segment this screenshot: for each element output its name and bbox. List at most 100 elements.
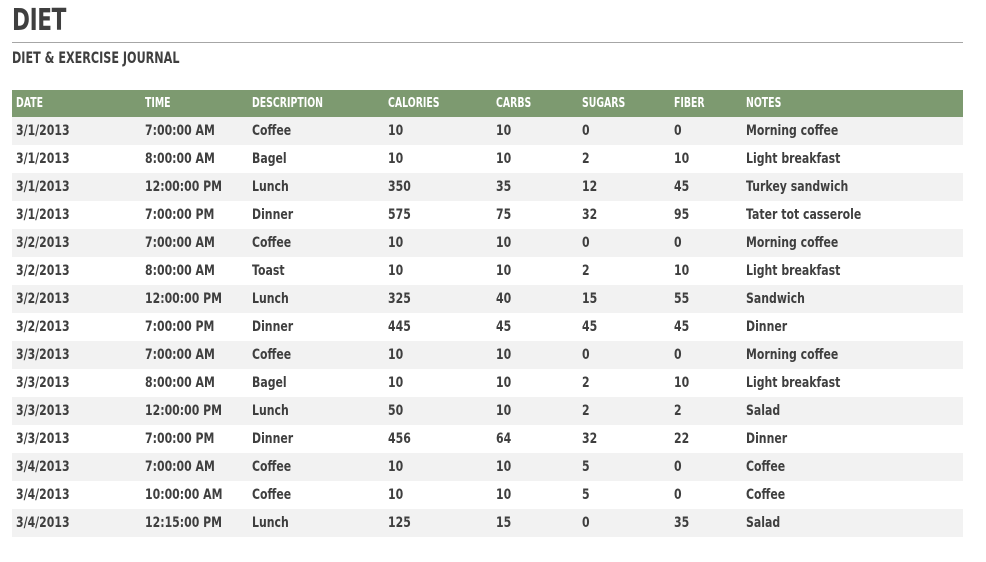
table-header-row: DATE TIME DESCRIPTION CALORIES CARBS SUG… (12, 90, 963, 117)
cell-description-text: Toast (252, 263, 285, 279)
cell-sugars: 2 (582, 257, 674, 285)
cell-fiber: 35 (674, 509, 746, 537)
cell-carbs-text: 10 (496, 459, 512, 475)
table-row[interactable]: 3/1/2013 7:00:00 PM Dinner 575 75 32 95 Tater t… (12, 201, 963, 229)
cell-description-text: Coffee (252, 487, 292, 503)
cell-date-text: 3/2/2013 (16, 235, 70, 251)
cell-calories: 10 (388, 453, 496, 481)
cell-description-text: Bagel (252, 151, 287, 167)
cell-calories: 10 (388, 117, 496, 145)
table-row[interactable]: 3/2/2013 7:00:00 PM Dinner 445 45 45 45 Dinner (12, 313, 963, 341)
cell-carbs: 75 (496, 201, 582, 229)
column-header-time[interactable]: TIME (145, 90, 252, 117)
cell-date-text: 3/3/2013 (16, 347, 70, 363)
cell-calories-text: 325 (388, 291, 411, 307)
cell-date-text: 3/3/2013 (16, 375, 70, 391)
cell-description-text: Coffee (252, 347, 292, 363)
cell-fiber: 45 (674, 173, 746, 201)
column-header-fiber[interactable]: FIBER (674, 90, 746, 117)
table-row[interactable]: 3/3/2013 12:00:00 PM Lunch 50 10 2 2 Salad (12, 397, 963, 425)
table-row[interactable]: 3/3/2013 7:00:00 PM Dinner 456 64 32 22 Dinner (12, 425, 963, 453)
cell-calories-text: 10 (388, 459, 404, 475)
cell-sugars-text: 0 (582, 347, 590, 363)
cell-sugars: 0 (582, 509, 674, 537)
cell-carbs-text: 10 (496, 487, 512, 503)
table-row[interactable]: 3/3/2013 8:00:00 AM Bagel 10 10 2 10 Light brea… (12, 369, 963, 397)
cell-notes: Light breakfast (746, 257, 963, 285)
column-header-carbs-label: CARBS (496, 96, 532, 111)
cell-time: 7:00:00 AM (145, 117, 252, 145)
table-row[interactable]: 3/4/2013 12:15:00 PM Lunch 125 15 0 35 Salad (12, 509, 963, 537)
cell-description: Coffee (252, 229, 388, 257)
cell-sugars-text: 12 (582, 179, 598, 195)
cell-fiber-text: 0 (674, 459, 682, 475)
cell-time-text: 7:00:00 PM (145, 431, 215, 447)
diet-journal-table: DATE TIME DESCRIPTION CALORIES CARBS SUG… (12, 90, 963, 537)
cell-notes: Coffee (746, 453, 963, 481)
cell-fiber-text: 0 (674, 235, 682, 251)
column-header-carbs[interactable]: CARBS (496, 90, 582, 117)
page-subtitle: DIET & EXERCISE JOURNAL (12, 48, 180, 67)
cell-time: 10:00:00 AM (145, 481, 252, 509)
cell-calories: 456 (388, 425, 496, 453)
cell-time: 8:00:00 AM (145, 145, 252, 173)
table-row[interactable]: 3/1/2013 12:00:00 PM Lunch 350 35 12 45 Turkey … (12, 173, 963, 201)
cell-calories: 10 (388, 481, 496, 509)
cell-notes: Morning coffee (746, 117, 963, 145)
table-row[interactable]: 3/2/2013 7:00:00 AM Coffee 10 10 0 0 Morning co… (12, 229, 963, 257)
cell-sugars: 0 (582, 117, 674, 145)
column-header-description[interactable]: DESCRIPTION (252, 90, 388, 117)
cell-time-text: 7:00:00 PM (145, 207, 215, 223)
cell-fiber: 0 (674, 229, 746, 257)
cell-description: Coffee (252, 481, 388, 509)
cell-notes-text: Dinner (746, 431, 788, 447)
cell-time: 12:15:00 PM (145, 509, 252, 537)
cell-sugars: 32 (582, 425, 674, 453)
cell-fiber-text: 10 (674, 151, 690, 167)
cell-time-text: 12:15:00 PM (145, 515, 223, 531)
cell-sugars-text: 0 (582, 515, 590, 531)
cell-calories: 10 (388, 369, 496, 397)
cell-sugars-text: 2 (582, 375, 590, 391)
cell-carbs: 10 (496, 117, 582, 145)
table-row[interactable]: 3/4/2013 10:00:00 AM Coffee 10 10 5 0 Coffee (12, 481, 963, 509)
cell-notes: Dinner (746, 425, 963, 453)
table-row[interactable]: 3/4/2013 7:00:00 AM Coffee 10 10 5 0 Coffee (12, 453, 963, 481)
cell-description: Bagel (252, 145, 388, 173)
cell-carbs-text: 64 (496, 431, 512, 447)
cell-fiber-text: 10 (674, 375, 690, 391)
column-header-date[interactable]: DATE (12, 90, 145, 117)
cell-carbs-text: 10 (496, 235, 512, 251)
table-row[interactable]: 3/3/2013 7:00:00 AM Coffee 10 10 0 0 Morning co… (12, 341, 963, 369)
cell-carbs: 10 (496, 397, 582, 425)
table-row[interactable]: 3/1/2013 8:00:00 AM Bagel 10 10 2 10 Light brea… (12, 145, 963, 173)
journal-table-container: DATE TIME DESCRIPTION CALORIES CARBS SUG… (12, 90, 963, 537)
table-row[interactable]: 3/2/2013 8:00:00 AM Toast 10 10 2 10 Light brea… (12, 257, 963, 285)
cell-date: 3/3/2013 (12, 341, 145, 369)
table-row[interactable]: 3/1/2013 7:00:00 AM Coffee 10 10 0 0 Morning co… (12, 117, 963, 145)
cell-description: Coffee (252, 453, 388, 481)
cell-fiber-text: 0 (674, 487, 682, 503)
cell-fiber: 10 (674, 369, 746, 397)
cell-carbs: 15 (496, 509, 582, 537)
cell-fiber-text: 45 (674, 319, 690, 335)
cell-date: 3/2/2013 (12, 229, 145, 257)
cell-description: Coffee (252, 341, 388, 369)
table-row[interactable]: 3/2/2013 12:00:00 PM Lunch 325 40 15 55 Sandwic… (12, 285, 963, 313)
cell-carbs-text: 40 (496, 291, 512, 307)
column-header-calories[interactable]: CALORIES (388, 90, 496, 117)
cell-carbs: 45 (496, 313, 582, 341)
cell-fiber: 45 (674, 313, 746, 341)
cell-fiber: 0 (674, 341, 746, 369)
title-block: DIET DIET & EXERCISE JOURNAL (12, 0, 974, 68)
cell-notes-text: Sandwich (746, 291, 805, 307)
cell-sugars: 0 (582, 341, 674, 369)
cell-fiber-text: 95 (674, 207, 690, 223)
column-header-sugars[interactable]: SUGARS (582, 90, 674, 117)
column-header-notes[interactable]: NOTES (746, 90, 963, 117)
cell-sugars: 5 (582, 481, 674, 509)
cell-carbs: 40 (496, 285, 582, 313)
cell-calories: 575 (388, 201, 496, 229)
cell-date: 3/3/2013 (12, 425, 145, 453)
cell-sugars: 0 (582, 229, 674, 257)
